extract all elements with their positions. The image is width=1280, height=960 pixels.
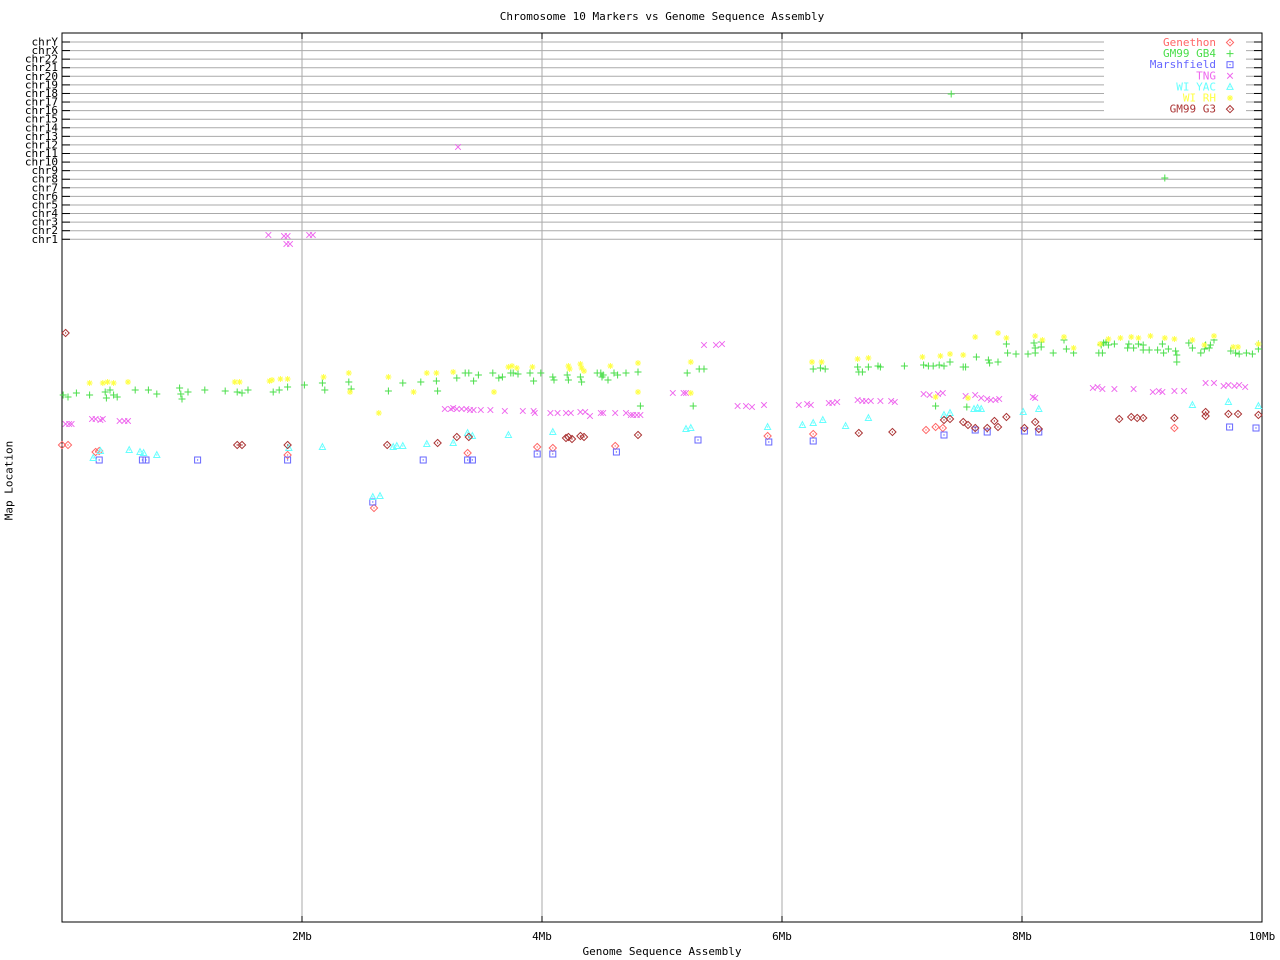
series-wi-yac <box>89 397 1263 500</box>
legend: GenethonGM99 GB4MarshfieldTNGWI YACWI RH… <box>1104 36 1246 116</box>
x-tick-label: 2Mb <box>292 930 312 943</box>
series-genethon <box>57 422 1179 513</box>
chr-label: chr1 <box>32 233 59 246</box>
series-wi-rh <box>86 330 1262 416</box>
legend-marker <box>1227 95 1233 101</box>
series-gm99-g3 <box>61 328 1263 450</box>
plot-border <box>61 32 1263 923</box>
series-tng <box>62 143 1249 428</box>
x-tick-label: 10Mb <box>1249 930 1276 943</box>
x-tick-label: 8Mb <box>1012 930 1032 943</box>
chart-canvas: Chromosome 10 Markers vs Genome Sequence… <box>0 0 1280 960</box>
x-tick-label: 4Mb <box>532 930 552 943</box>
series-gm99-gb4 <box>59 90 1262 411</box>
legend-label: GM99 G3 <box>1170 103 1216 116</box>
y-axis-title: Map Location <box>2 440 16 521</box>
x-tick-label: 6Mb <box>772 930 792 943</box>
series-marshfield <box>95 423 1260 506</box>
x-axis-title: Genome Sequence Assembly <box>582 945 742 958</box>
plot-area: chrYchrXchr22chr21chr20chr19chr18chr17ch… <box>25 32 1276 943</box>
